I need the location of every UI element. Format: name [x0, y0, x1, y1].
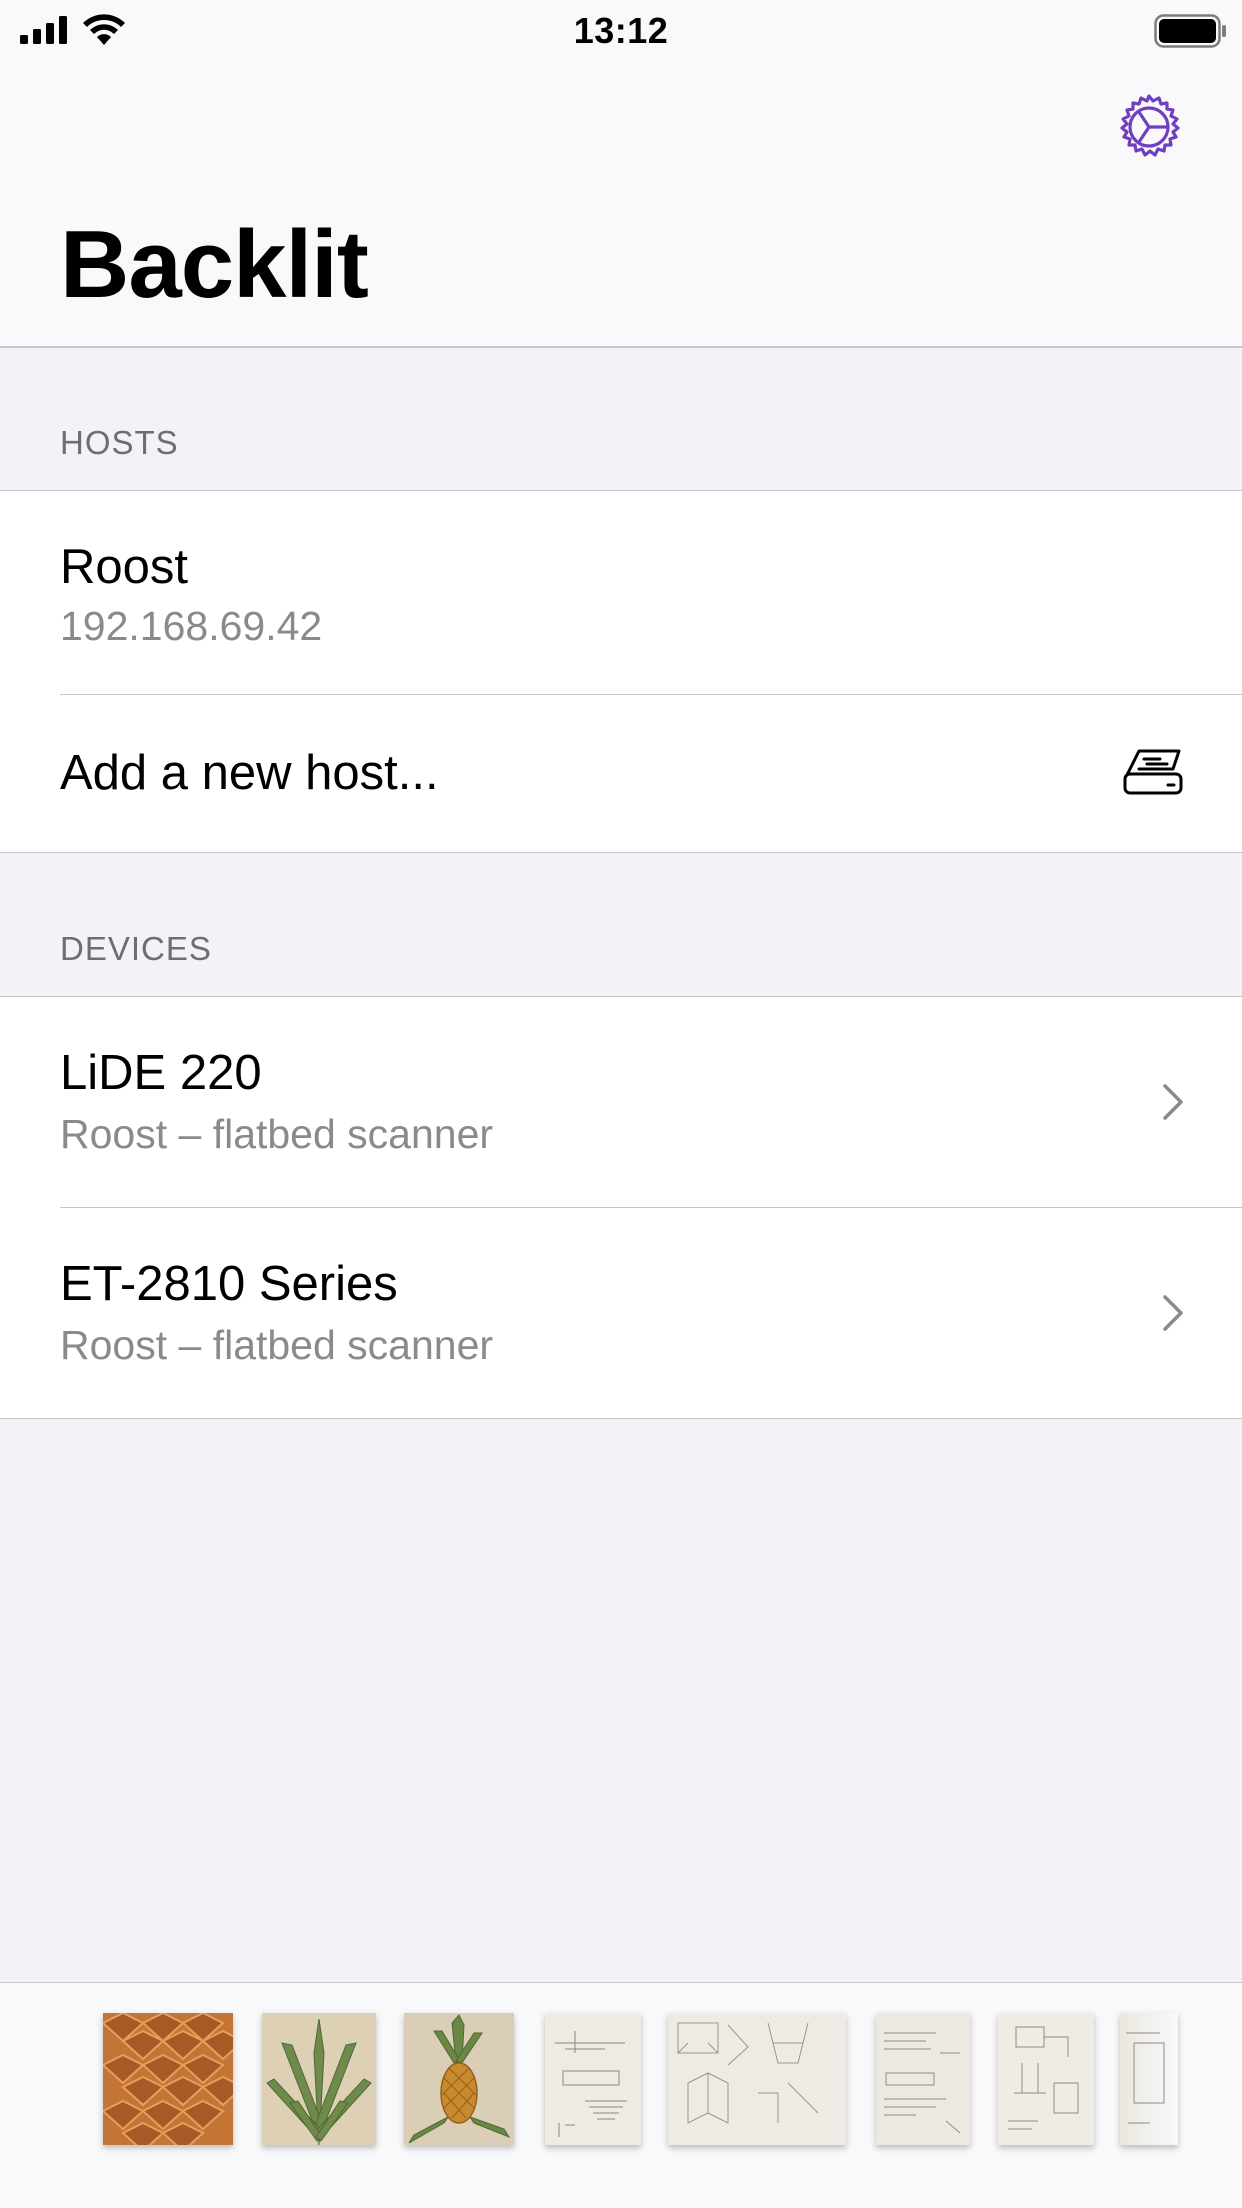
gear-icon: [1120, 94, 1180, 157]
sketch-image: [998, 2013, 1094, 2145]
device-row-lide-220[interactable]: LiDE 220 Roost – flatbed scanner: [0, 997, 1242, 1208]
devices-group: LiDE 220 Roost – flatbed scanner ET-2810…: [0, 996, 1242, 1419]
page-title: Backlit: [60, 211, 369, 318]
scan-thumbnail[interactable]: [404, 2013, 514, 2145]
scan-thumbnail[interactable]: [668, 2013, 846, 2145]
pineapple-leaves-image: [262, 2013, 376, 2145]
scan-thumbnail[interactable]: [998, 2013, 1094, 2145]
host-row-roost[interactable]: Roost 192.168.69.42: [0, 491, 1242, 695]
scan-thumbnail[interactable]: [1120, 2013, 1178, 2145]
sketch-image: [668, 2013, 846, 2145]
devices-section-header: DEVICES: [60, 930, 212, 967]
scan-thumbnail-strip: [0, 1982, 1242, 2208]
navigation-bar: Backlit: [0, 62, 1242, 348]
host-address: 192.168.69.42: [60, 603, 323, 649]
sketch-image: [545, 2013, 641, 2145]
scan-thumbnail[interactable]: [876, 2013, 970, 2145]
scan-thumbnail[interactable]: [262, 2013, 376, 2145]
status-time: 13:12: [573, 10, 669, 51]
add-host-label: Add a new host...: [60, 746, 439, 800]
chevron-right-icon: [1163, 1295, 1183, 1331]
chevron-right-icon: [1163, 1084, 1183, 1120]
battery-icon: [1154, 14, 1226, 48]
device-description: Roost – flatbed scanner: [60, 1322, 494, 1368]
pineapple-skin-image: [103, 2013, 233, 2145]
hosts-group: Roost 192.168.69.42 Add a new host...: [0, 490, 1242, 853]
scan-thumbnail[interactable]: [103, 2013, 233, 2145]
device-name: LiDE 220: [60, 1046, 262, 1100]
host-name: Roost: [60, 540, 189, 594]
scanner-icon: [1123, 749, 1183, 795]
scan-thumbnail[interactable]: [545, 2013, 641, 2145]
sketch-image: [876, 2013, 970, 2145]
pineapple-fruit-image: [404, 2013, 514, 2145]
settings-button[interactable]: [1114, 92, 1184, 162]
device-row-et-2810[interactable]: ET-2810 Series Roost – flatbed scanner: [0, 1208, 1242, 1419]
hosts-section-header: HOSTS: [60, 424, 179, 461]
device-description: Roost – flatbed scanner: [60, 1111, 494, 1157]
add-host-button[interactable]: Add a new host...: [0, 695, 1242, 851]
status-bar: 13:12: [0, 0, 1242, 62]
device-name: ET-2810 Series: [60, 1257, 398, 1311]
sketch-image: [1120, 2013, 1178, 2145]
